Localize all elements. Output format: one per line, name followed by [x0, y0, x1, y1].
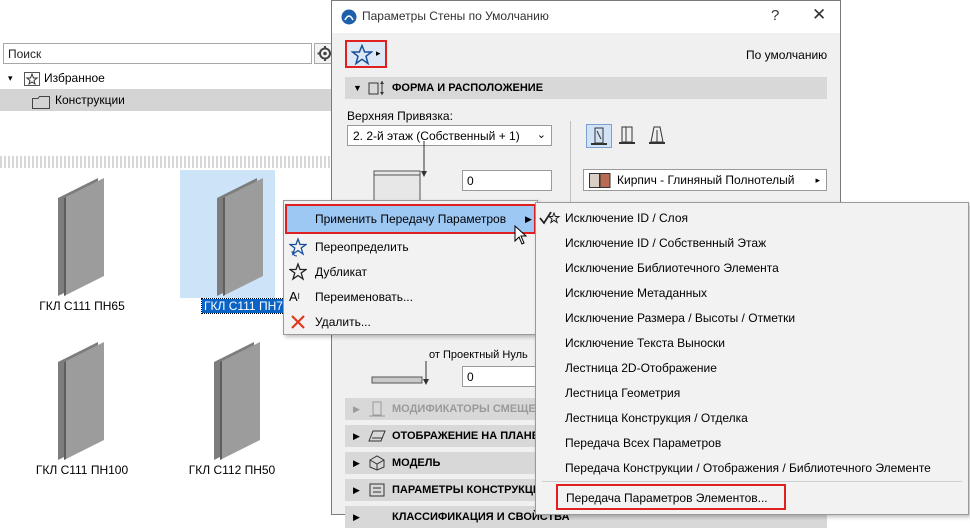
default-label: По умолчанию — [746, 48, 828, 62]
base-offset-diagram — [370, 361, 432, 392]
menu-item-label: Переименовать... — [315, 290, 413, 304]
wall-preview-thumbnail[interactable] — [34, 172, 129, 300]
submenu-item-label: Лестница 2D-Отображение — [565, 361, 717, 375]
modifiers-icon — [368, 401, 386, 425]
submenu-item[interactable]: Исключение ID / Собственный Этаж — [536, 231, 968, 256]
submenu-item[interactable]: Исключение Текста Выноски — [536, 331, 968, 356]
collapse-triangle-icon: ▼ — [353, 83, 362, 93]
dialog-title: Параметры Стены по Умолчанию — [362, 9, 549, 23]
chevron-down-icon: ⌄ — [536, 129, 546, 141]
chevron-right-icon: ▸ — [376, 48, 381, 58]
menu-item-duplicate[interactable]: Дубликат — [284, 260, 537, 285]
submenu-item[interactable]: Передача Конструкции / Отображения / Биб… — [536, 456, 968, 481]
submenu-item-label: Исключение Библиотечного Элемента — [565, 261, 779, 275]
item-label[interactable]: ГКЛ С112 ПН50 — [172, 463, 292, 477]
star-icon — [351, 44, 373, 66]
transfer-submenu: Исключение ID / Слоя Исключение ID / Соб… — [535, 202, 969, 515]
submenu-item[interactable]: Исключение Метаданных — [536, 281, 968, 306]
expand-triangle-icon: ▶ — [353, 512, 360, 522]
submenu-item-label: Передача Всех Параметров — [565, 436, 722, 450]
menu-item-delete[interactable]: Удалить... — [284, 310, 537, 335]
form-position-icon — [368, 80, 386, 104]
section-title: ПАРАМЕТРЫ КОНСТРУКЦИИ — [392, 484, 549, 496]
tree-empty-area — [0, 111, 343, 156]
construction-params-icon — [368, 482, 386, 506]
submenu-item-label: Передача Конструкции / Отображения / Биб… — [565, 461, 931, 475]
item-label[interactable]: ГКЛ С111 ПН65 — [22, 299, 142, 313]
model-cube-icon — [368, 455, 386, 479]
submenu-item-label: Исключение ID / Собственный Этаж — [565, 236, 767, 250]
submenu-item[interactable]: Лестница Геометрия — [536, 381, 968, 406]
tree-item-label: Конструкции — [55, 93, 125, 107]
submenu-item-label: Лестница Конструкция / Отделка — [565, 411, 748, 425]
panel-splitter[interactable] — [0, 156, 343, 168]
submenu-separator — [542, 481, 962, 482]
material-name: Кирпич - Глиняный Полнотелый — [617, 173, 795, 187]
wall-preview-thumbnail[interactable] — [34, 336, 129, 464]
submenu-item-label: Лестница Геометрия — [565, 386, 681, 400]
tree-item-label: Избранное — [44, 71, 105, 85]
geometry-polygonal-button[interactable] — [645, 124, 671, 148]
item-label[interactable]: ГКЛ С111 ПН100 — [22, 463, 142, 477]
chevron-right-icon: ▸ — [815, 175, 820, 185]
tree-item-favorites[interactable]: ▾ Избранное — [0, 67, 343, 89]
submenu-item[interactable]: Лестница Конструкция / Отделка — [536, 406, 968, 431]
tree-item-constructions[interactable]: Конструкции — [0, 89, 343, 111]
material-swatch-icon — [589, 173, 611, 194]
material-dropdown[interactable]: Кирпич - Глиняный Полнотелый ▸ — [583, 169, 827, 191]
section-title: МОДЕЛЬ — [392, 457, 441, 469]
geometry-straight-button[interactable] — [586, 124, 612, 148]
floor-plan-icon — [368, 428, 386, 452]
menu-item-rename[interactable]: AI Переименовать... — [284, 285, 537, 310]
submenu-item[interactable]: Лестница 2D-Отображение — [536, 356, 968, 381]
section-title: ФОРМА И РАСПОЛОЖЕНИЕ — [392, 82, 544, 94]
wall-preview-thumbnail-selected[interactable] — [180, 170, 275, 298]
height-input[interactable]: 0 — [462, 170, 552, 191]
submenu-item-label: Исключение ID / Слоя — [565, 211, 688, 225]
menu-item-label: Применить Передачу Параметров — [315, 212, 507, 226]
mouse-cursor-icon — [514, 224, 528, 248]
star-redefine-icon — [288, 237, 308, 257]
submenu-item-element-transfer[interactable]: Передача Параметров Элементов... — [556, 484, 786, 510]
dialog-titlebar[interactable]: Параметры Стены по Умолчанию ? ✕ — [332, 1, 840, 33]
rename-icon: AI — [289, 289, 300, 304]
submenu-item[interactable]: Передача Всех Параметров — [536, 431, 968, 456]
menu-item-label: Дубликат — [315, 265, 367, 279]
wall-preview-thumbnail[interactable] — [190, 336, 285, 464]
geometry-trapezoid-button[interactable] — [615, 124, 641, 148]
delete-x-icon — [289, 312, 307, 332]
help-button[interactable]: ? — [771, 7, 779, 24]
expand-triangle-icon: ▶ — [353, 431, 360, 441]
menu-item-redefine[interactable]: Переопределить — [284, 235, 537, 260]
item-label-selected[interactable]: ГКЛ С111 ПН75 — [201, 298, 293, 314]
archicad-logo-icon — [341, 9, 357, 28]
close-button[interactable]: ✕ — [812, 5, 826, 25]
submenu-item[interactable]: Исключение ID / Слоя — [536, 206, 968, 231]
submenu-item-label: Исключение Метаданных — [565, 286, 708, 300]
expand-chevron-icon[interactable]: ▾ — [8, 67, 13, 89]
menu-item-label: Переопределить — [315, 240, 409, 254]
expand-triangle-icon: ▶ — [353, 485, 360, 495]
search-input[interactable]: Поиск — [3, 43, 312, 64]
section-form-position[interactable]: ▼ ФОРМА И РАСПОЛОЖЕНИЕ — [345, 77, 827, 99]
menu-item-label: Удалить... — [315, 315, 371, 329]
submenu-item[interactable]: Исключение Размера / Высоты / Отметки — [536, 306, 968, 331]
submenu-item[interactable]: Исключение Библиотечного Элемента — [536, 256, 968, 281]
context-menu: Применить Передачу Параметров ▶ Переопре… — [283, 200, 538, 335]
section-title: ОТОБРАЖЕНИЕ НА ПЛАНЕ — [392, 430, 540, 442]
top-link-label: Верхняя Привязка: — [347, 109, 453, 123]
submenu-item-label: Передача Параметров Элементов... — [566, 491, 768, 505]
vertical-separator — [570, 121, 571, 211]
submenu-item-label: Исключение Размера / Высоты / Отметки — [565, 311, 796, 325]
expand-triangle-icon: ▶ — [353, 404, 360, 414]
project-zero-label: от Проектный Нуль — [429, 349, 528, 361]
favorites-button[interactable]: ▸ — [345, 40, 387, 68]
expand-triangle-icon: ▶ — [353, 458, 360, 468]
submenu-item-label: Исключение Текста Выноски — [565, 336, 725, 350]
menu-item-apply-transfer[interactable]: Применить Передачу Параметров ▶ — [285, 204, 536, 234]
star-duplicate-icon — [288, 262, 308, 282]
